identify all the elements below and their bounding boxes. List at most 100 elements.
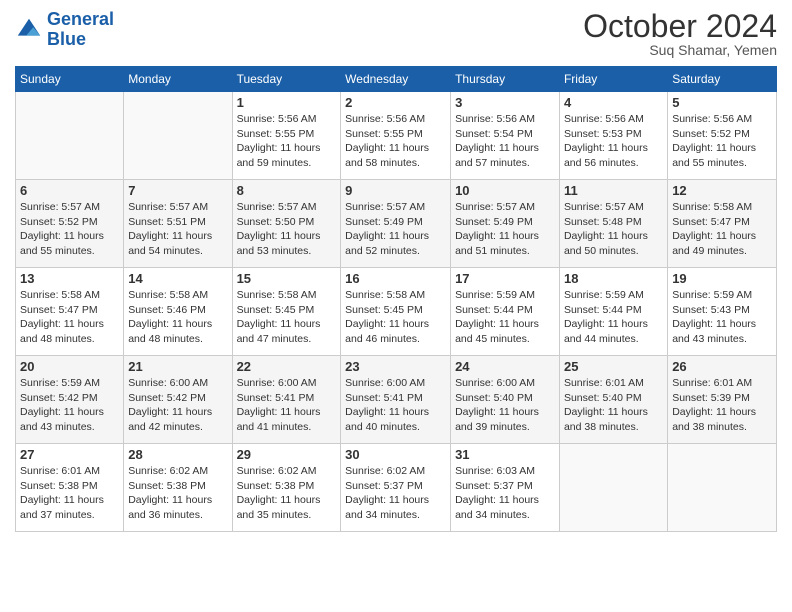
col-thursday: Thursday — [451, 67, 560, 92]
week-row-2: 6Sunrise: 5:57 AM Sunset: 5:52 PM Daylig… — [16, 180, 777, 268]
calendar-cell: 20 Sunrise: 5:59 AM Sunset: 5:42 PM Dayli… — [16, 356, 124, 444]
calendar-cell: 23Sunrise: 6:00 AM Sunset: 5:41 PM Dayli… — [341, 356, 451, 444]
calendar-cell: 28 Sunrise: 6:02 AM Sunset: 5:38 PM Dayli… — [124, 444, 232, 532]
day-info: Sunrise: 5:57 AM Sunset: 5:49 PM Dayligh… — [455, 200, 555, 259]
day-number: 27 — [20, 447, 119, 462]
day-info: Sunrise: 5:59 AM Sunset: 5:44 PM Dayligh… — [564, 288, 663, 347]
day-info: Sunrise: 5:56 AM Sunset: 5:54 PM Dayligh… — [455, 112, 555, 171]
day-number: 5 — [672, 95, 772, 110]
day-number: 10 — [455, 183, 555, 198]
calendar-cell: 6Sunrise: 5:57 AM Sunset: 5:52 PM Daylig… — [16, 180, 124, 268]
calendar-cell — [559, 444, 667, 532]
logo-line1: General — [47, 9, 114, 29]
day-info: Sunrise: 6:01 AM Sunset: 5:39 PM Dayligh… — [672, 376, 772, 435]
day-info: Sunrise: 6:02 AM Sunset: 5:38 PM Dayligh… — [128, 464, 227, 523]
month-title: October 2024 — [583, 10, 777, 42]
day-info: Sunrise: 5:57 AM Sunset: 5:52 PM Dayligh… — [20, 200, 119, 259]
calendar-cell: 12 Sunrise: 5:58 AM Sunset: 5:47 PM Dayli… — [668, 180, 777, 268]
day-info: Sunrise: 5:58 AM Sunset: 5:47 PM Dayligh… — [20, 288, 119, 347]
calendar-cell — [16, 92, 124, 180]
calendar-cell: 30Sunrise: 6:02 AM Sunset: 5:37 PM Dayli… — [341, 444, 451, 532]
header-row: Sunday Monday Tuesday Wednesday Thursday… — [16, 67, 777, 92]
calendar-cell: 3 Sunrise: 5:56 AM Sunset: 5:54 PM Daylig… — [451, 92, 560, 180]
calendar-cell: 4Sunrise: 5:56 AM Sunset: 5:53 PM Daylig… — [559, 92, 667, 180]
calendar-cell: 24 Sunrise: 6:00 AM Sunset: 5:40 PM Dayli… — [451, 356, 560, 444]
day-number: 26 — [672, 359, 772, 374]
calendar-cell: 17 Sunrise: 5:59 AM Sunset: 5:44 PM Dayli… — [451, 268, 560, 356]
day-number: 15 — [237, 271, 337, 286]
day-info: Sunrise: 6:01 AM Sunset: 5:40 PM Dayligh… — [564, 376, 663, 435]
day-info: Sunrise: 6:00 AM Sunset: 5:40 PM Dayligh… — [455, 376, 555, 435]
day-info: Sunrise: 5:57 AM Sunset: 5:50 PM Dayligh… — [237, 200, 337, 259]
day-number: 11 — [564, 183, 663, 198]
logo-line2: Blue — [47, 29, 86, 49]
day-info: Sunrise: 5:58 AM Sunset: 5:45 PM Dayligh… — [345, 288, 446, 347]
calendar-cell: 10 Sunrise: 5:57 AM Sunset: 5:49 PM Dayli… — [451, 180, 560, 268]
calendar-cell: 16 Sunrise: 5:58 AM Sunset: 5:45 PM Dayli… — [341, 268, 451, 356]
day-info: Sunrise: 6:02 AM Sunset: 5:38 PM Dayligh… — [237, 464, 337, 523]
day-number: 3 — [455, 95, 555, 110]
col-wednesday: Wednesday — [341, 67, 451, 92]
col-sunday: Sunday — [16, 67, 124, 92]
day-number: 17 — [455, 271, 555, 286]
day-info: Sunrise: 5:57 AM Sunset: 5:51 PM Dayligh… — [128, 200, 227, 259]
col-tuesday: Tuesday — [232, 67, 341, 92]
day-info: Sunrise: 5:58 AM Sunset: 5:45 PM Dayligh… — [237, 288, 337, 347]
day-number: 25 — [564, 359, 663, 374]
calendar-cell: 19 Sunrise: 5:59 AM Sunset: 5:43 PM Dayli… — [668, 268, 777, 356]
calendar-cell: 9 Sunrise: 5:57 AM Sunset: 5:49 PM Daylig… — [341, 180, 451, 268]
calendar-cell: 1 Sunrise: 5:56 AM Sunset: 5:55 PM Daylig… — [232, 92, 341, 180]
calendar-cell: 11Sunrise: 5:57 AM Sunset: 5:48 PM Dayli… — [559, 180, 667, 268]
day-number: 1 — [237, 95, 337, 110]
calendar-cell: 2Sunrise: 5:56 AM Sunset: 5:55 PM Daylig… — [341, 92, 451, 180]
location-subtitle: Suq Shamar, Yemen — [583, 42, 777, 58]
day-info: Sunrise: 5:58 AM Sunset: 5:47 PM Dayligh… — [672, 200, 772, 259]
day-info: Sunrise: 5:57 AM Sunset: 5:49 PM Dayligh… — [345, 200, 446, 259]
col-friday: Friday — [559, 67, 667, 92]
day-info: Sunrise: 5:56 AM Sunset: 5:53 PM Dayligh… — [564, 112, 663, 171]
day-number: 7 — [128, 183, 227, 198]
logo-text: General Blue — [47, 10, 114, 50]
week-row-1: 1 Sunrise: 5:56 AM Sunset: 5:55 PM Daylig… — [16, 92, 777, 180]
day-number: 22 — [237, 359, 337, 374]
calendar-cell: 8 Sunrise: 5:57 AM Sunset: 5:50 PM Daylig… — [232, 180, 341, 268]
day-info: Sunrise: 5:59 AM Sunset: 5:43 PM Dayligh… — [672, 288, 772, 347]
day-number: 28 — [128, 447, 227, 462]
calendar-cell: 25 Sunrise: 6:01 AM Sunset: 5:40 PM Dayli… — [559, 356, 667, 444]
calendar-cell: 7 Sunrise: 5:57 AM Sunset: 5:51 PM Daylig… — [124, 180, 232, 268]
day-info: Sunrise: 5:59 AM Sunset: 5:42 PM Dayligh… — [20, 376, 119, 435]
day-info: Sunrise: 5:56 AM Sunset: 5:52 PM Dayligh… — [672, 112, 772, 171]
day-number: 12 — [672, 183, 772, 198]
calendar-cell: 29 Sunrise: 6:02 AM Sunset: 5:38 PM Dayli… — [232, 444, 341, 532]
day-info: Sunrise: 5:59 AM Sunset: 5:44 PM Dayligh… — [455, 288, 555, 347]
calendar-body: 1 Sunrise: 5:56 AM Sunset: 5:55 PM Daylig… — [16, 92, 777, 532]
day-number: 29 — [237, 447, 337, 462]
calendar-cell: 15 Sunrise: 5:58 AM Sunset: 5:45 PM Dayli… — [232, 268, 341, 356]
day-number: 31 — [455, 447, 555, 462]
day-number: 9 — [345, 183, 446, 198]
day-number: 20 — [20, 359, 119, 374]
day-number: 8 — [237, 183, 337, 198]
calendar-cell: 26 Sunrise: 6:01 AM Sunset: 5:39 PM Dayli… — [668, 356, 777, 444]
day-number: 24 — [455, 359, 555, 374]
title-block: October 2024 Suq Shamar, Yemen — [583, 10, 777, 58]
day-info: Sunrise: 5:56 AM Sunset: 5:55 PM Dayligh… — [237, 112, 337, 171]
week-row-4: 20 Sunrise: 5:59 AM Sunset: 5:42 PM Dayli… — [16, 356, 777, 444]
day-number: 13 — [20, 271, 119, 286]
calendar-cell: 5 Sunrise: 5:56 AM Sunset: 5:52 PM Daylig… — [668, 92, 777, 180]
header: General Blue October 2024 Suq Shamar, Ye… — [15, 10, 777, 58]
day-number: 2 — [345, 95, 446, 110]
calendar-cell: 21Sunrise: 6:00 AM Sunset: 5:42 PM Dayli… — [124, 356, 232, 444]
logo: General Blue — [15, 10, 114, 50]
day-number: 19 — [672, 271, 772, 286]
calendar-cell — [124, 92, 232, 180]
day-number: 30 — [345, 447, 446, 462]
page-container: General Blue October 2024 Suq Shamar, Ye… — [0, 0, 792, 542]
day-info: Sunrise: 6:00 AM Sunset: 5:41 PM Dayligh… — [237, 376, 337, 435]
calendar-cell: 18Sunrise: 5:59 AM Sunset: 5:44 PM Dayli… — [559, 268, 667, 356]
day-info: Sunrise: 6:01 AM Sunset: 5:38 PM Dayligh… — [20, 464, 119, 523]
calendar-cell: 14Sunrise: 5:58 AM Sunset: 5:46 PM Dayli… — [124, 268, 232, 356]
day-number: 16 — [345, 271, 446, 286]
week-row-5: 27 Sunrise: 6:01 AM Sunset: 5:38 PM Dayli… — [16, 444, 777, 532]
calendar-cell — [668, 444, 777, 532]
